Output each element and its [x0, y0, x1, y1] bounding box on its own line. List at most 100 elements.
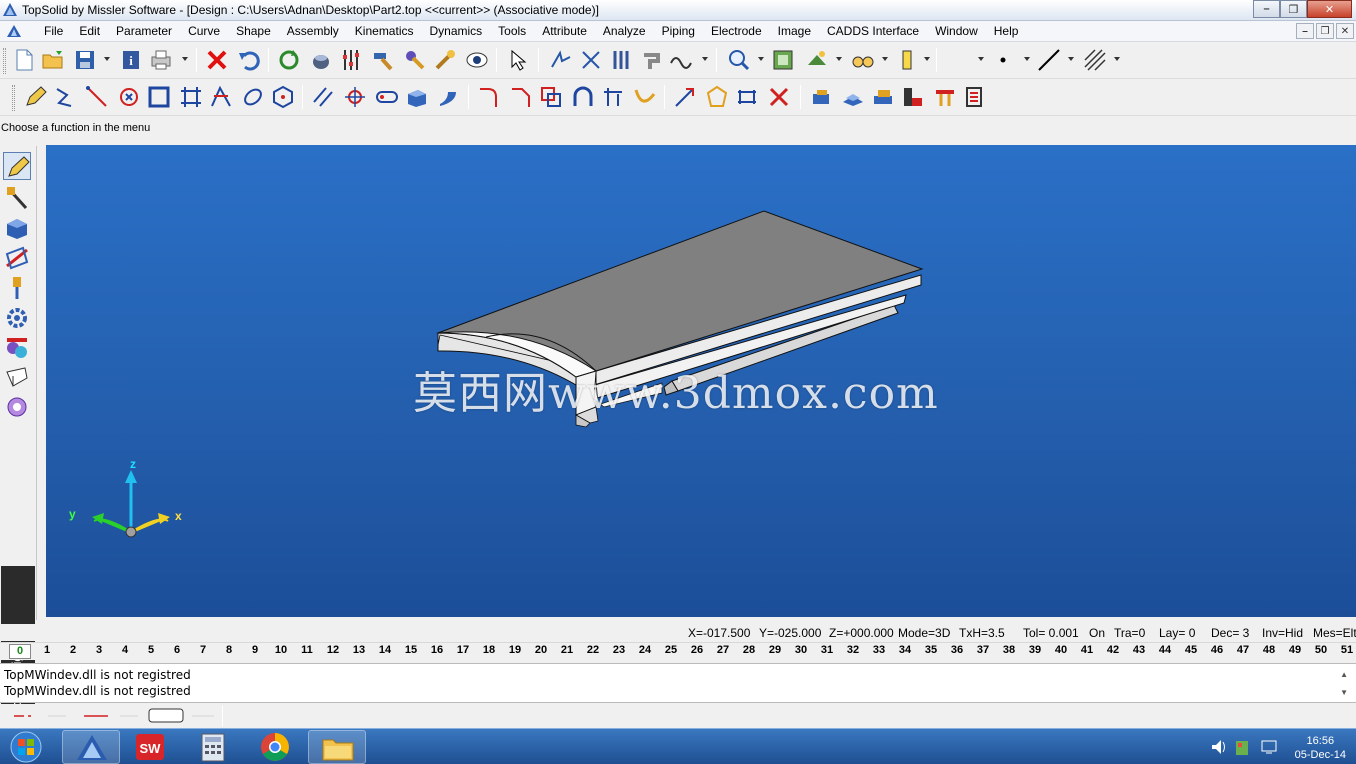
- menu-edit[interactable]: Edit: [71, 24, 108, 38]
- layer-6[interactable]: 6: [164, 644, 190, 656]
- rectangle-button[interactable]: [146, 84, 172, 110]
- layer-45[interactable]: 45: [1178, 644, 1204, 656]
- offset-button[interactable]: [538, 84, 564, 110]
- mouse-button[interactable]: [308, 47, 334, 73]
- status-txh[interactable]: TxH=3.5: [959, 626, 1005, 640]
- shape-2-button[interactable]: [840, 84, 866, 110]
- status-dec[interactable]: Dec= 3: [1211, 626, 1249, 640]
- layer-31[interactable]: 31: [814, 644, 840, 656]
- layer-25[interactable]: 25: [658, 644, 684, 656]
- layer-24[interactable]: 24: [632, 644, 658, 656]
- layer-30[interactable]: 30: [788, 644, 814, 656]
- segment-button[interactable]: [84, 84, 110, 110]
- dimension-button[interactable]: [600, 84, 626, 110]
- circle-button[interactable]: [116, 84, 142, 110]
- save-button[interactable]: [72, 47, 98, 73]
- layer-43[interactable]: 43: [1126, 644, 1152, 656]
- measure-button[interactable]: [734, 84, 760, 110]
- menu-help[interactable]: Help: [986, 24, 1027, 38]
- menu-tools[interactable]: Tools: [490, 24, 534, 38]
- status-mes[interactable]: Mes=Elt: [1313, 626, 1356, 640]
- shape-3-button[interactable]: [870, 84, 896, 110]
- chamfer-button[interactable]: [508, 84, 534, 110]
- palette-assembly-button[interactable]: [3, 334, 31, 362]
- layer-46[interactable]: 46: [1204, 644, 1230, 656]
- 3d-viewport[interactable]: 莫西网www.3dmox.com z y x: [46, 145, 1356, 617]
- layer-39[interactable]: 39: [1022, 644, 1048, 656]
- layer-19[interactable]: 19: [502, 644, 528, 656]
- layer-5[interactable]: 5: [138, 644, 164, 656]
- contour-button[interactable]: [704, 84, 730, 110]
- layer-32[interactable]: 32: [840, 644, 866, 656]
- fit-view-button[interactable]: [770, 47, 796, 73]
- status-inv[interactable]: Inv=Hid: [1262, 626, 1303, 640]
- menu-curve[interactable]: Curve: [180, 24, 228, 38]
- sketch-button[interactable]: [22, 84, 48, 110]
- wave-button[interactable]: [668, 47, 694, 73]
- menu-piping[interactable]: Piping: [654, 24, 703, 38]
- new-file-button[interactable]: [11, 47, 37, 73]
- layer-33[interactable]: 33: [866, 644, 892, 656]
- shape-4-button[interactable]: [900, 84, 926, 110]
- layer-22[interactable]: 22: [580, 644, 606, 656]
- start-button[interactable]: [6, 731, 46, 763]
- layer-44[interactable]: 44: [1152, 644, 1178, 656]
- toolbar-grip[interactable]: [12, 85, 15, 111]
- layer-3[interactable]: 3: [86, 644, 112, 656]
- layer-37[interactable]: 37: [970, 644, 996, 656]
- status-tol[interactable]: Tol= 0.001: [1023, 626, 1079, 640]
- center-button[interactable]: [342, 84, 368, 110]
- layer-18[interactable]: 18: [476, 644, 502, 656]
- layer-40[interactable]: 40: [1048, 644, 1074, 656]
- doc-minimize-button[interactable]: –: [1296, 23, 1314, 39]
- point-style-button[interactable]: [992, 47, 1018, 73]
- grid-button[interactable]: [178, 84, 204, 110]
- project-button[interactable]: [672, 84, 698, 110]
- extrude-button[interactable]: [436, 84, 462, 110]
- layer-29[interactable]: 29: [762, 644, 788, 656]
- palette-tool-button[interactable]: [3, 274, 31, 302]
- layer-9[interactable]: 9: [242, 644, 268, 656]
- parallel-button[interactable]: [310, 84, 336, 110]
- shape-5-button[interactable]: [932, 84, 958, 110]
- menu-assembly[interactable]: Assembly: [279, 24, 347, 38]
- status-mode[interactable]: Mode=3D: [898, 626, 950, 640]
- layer-34[interactable]: 34: [892, 644, 918, 656]
- line-style-button[interactable]: [1036, 47, 1062, 73]
- layer-41[interactable]: 41: [1074, 644, 1100, 656]
- layer-13[interactable]: 13: [346, 644, 372, 656]
- info-button[interactable]: i: [118, 47, 144, 73]
- menu-analyze[interactable]: Analyze: [595, 24, 654, 38]
- parameters-button[interactable]: [608, 47, 634, 73]
- magic-button[interactable]: [432, 47, 458, 73]
- fillet-button[interactable]: [476, 84, 502, 110]
- glasses-button[interactable]: [850, 47, 876, 73]
- palette-curve-button[interactable]: [3, 184, 31, 212]
- open-file-button[interactable]: [40, 47, 66, 73]
- hook-button[interactable]: [638, 47, 664, 73]
- menu-window[interactable]: Window: [927, 24, 986, 38]
- clock[interactable]: 16:56 05-Dec-14: [1295, 734, 1346, 762]
- tray-icons[interactable]: [1208, 729, 1288, 764]
- point-button[interactable]: [548, 47, 574, 73]
- scroll-up-icon[interactable]: ▲: [1340, 670, 1348, 679]
- taskbar-chrome[interactable]: [246, 730, 304, 764]
- layer-50[interactable]: 50: [1308, 644, 1334, 656]
- shape-1-button[interactable]: [808, 84, 834, 110]
- layer-14[interactable]: 14: [372, 644, 398, 656]
- view-button[interactable]: [464, 47, 490, 73]
- status-on[interactable]: On: [1089, 626, 1105, 640]
- palette-analyze-button[interactable]: [3, 394, 31, 422]
- layer-27[interactable]: 27: [710, 644, 736, 656]
- polyline-button[interactable]: [52, 84, 78, 110]
- layer-7[interactable]: 7: [190, 644, 216, 656]
- layer-8[interactable]: 8: [216, 644, 242, 656]
- spline-button[interactable]: [632, 84, 658, 110]
- layer-28[interactable]: 28: [736, 644, 762, 656]
- menu-image[interactable]: Image: [770, 24, 819, 38]
- polygon-button[interactable]: [270, 84, 296, 110]
- hammer-button[interactable]: [370, 47, 396, 73]
- sliders-button[interactable]: [338, 47, 364, 73]
- menu-dynamics[interactable]: Dynamics: [421, 24, 490, 38]
- palette-surface-button[interactable]: [3, 244, 31, 272]
